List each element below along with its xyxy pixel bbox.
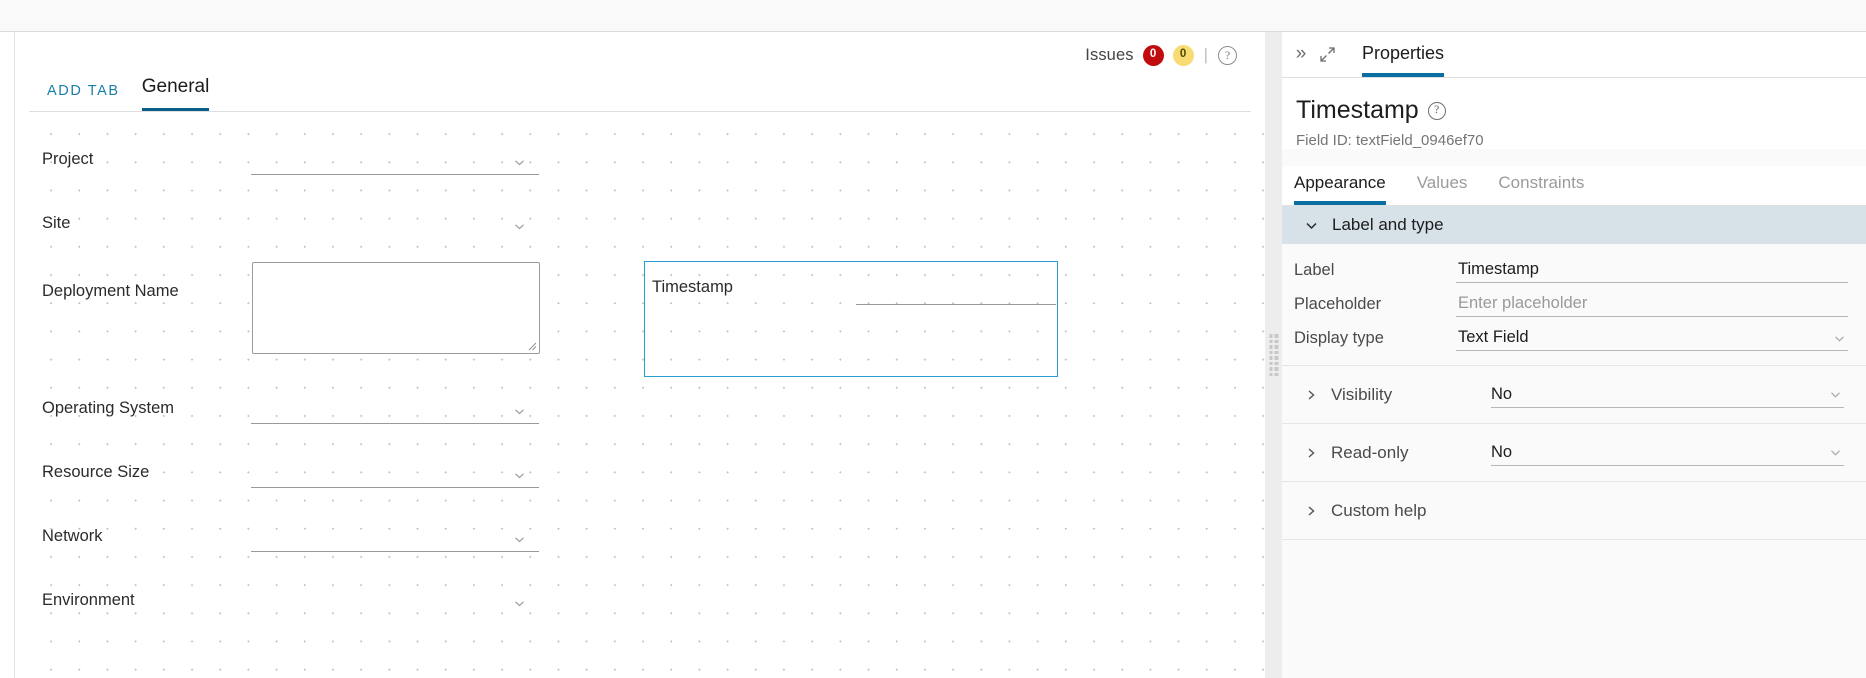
- splitter-grip-icon: [1269, 334, 1278, 376]
- tab-constraints[interactable]: Constraints: [1498, 173, 1584, 205]
- field-label-network: Network: [42, 527, 103, 545]
- field-label-environment: Environment: [42, 591, 135, 609]
- property-key-display-type: Display type: [1294, 328, 1384, 347]
- chevron-down-icon[interactable]: [1833, 332, 1846, 350]
- builder-inner: Issues 0 0 | ? ADD TAB General Project S…: [14, 32, 1265, 678]
- tab-properties[interactable]: Properties: [1362, 43, 1445, 77]
- chevron-down-icon[interactable]: [1829, 388, 1842, 406]
- field-label-deployment-name: Deployment Name: [42, 282, 179, 300]
- read-only-select[interactable]: No: [1491, 439, 1844, 466]
- display-type-select[interactable]: Text Field: [1456, 325, 1848, 351]
- label-input-value: Timestamp: [1458, 260, 1539, 278]
- section-label-and-type[interactable]: Label and type: [1282, 206, 1866, 244]
- accordion-visibility[interactable]: Visibility No: [1282, 365, 1866, 423]
- dotted-design-canvas[interactable]: Project Site Deployment Name Timestamp O…: [29, 112, 1265, 678]
- properties-title-row: Timestamp ?: [1296, 98, 1866, 123]
- field-label-site: Site: [42, 214, 71, 232]
- field-input-timestamp[interactable]: [856, 304, 1056, 305]
- chevron-right-icon: [1304, 446, 1318, 460]
- field-input-network[interactable]: [251, 551, 539, 552]
- chevron-down-icon[interactable]: [513, 156, 526, 169]
- placeholder-input[interactable]: Enter placeholder: [1456, 291, 1848, 317]
- top-strip: [0, 0, 1866, 32]
- chevron-down-icon: [1306, 222, 1317, 229]
- chevron-down-icon[interactable]: [513, 469, 526, 482]
- tab-values[interactable]: Values: [1417, 173, 1468, 205]
- issues-label: Issues: [1085, 45, 1134, 64]
- deployment-name-textarea[interactable]: [252, 262, 540, 354]
- page-title: Timestamp: [1296, 96, 1419, 124]
- help-icon[interactable]: ?: [1218, 45, 1237, 65]
- label-input[interactable]: Timestamp: [1456, 257, 1848, 283]
- chevron-down-icon[interactable]: [513, 533, 526, 546]
- add-tab-button[interactable]: ADD TAB: [47, 83, 120, 112]
- properties-panel: » Properties Timestamp ? Field ID: textF…: [1282, 32, 1866, 678]
- field-id-text: Field ID: textField_0946ef70: [1296, 132, 1484, 149]
- tab-general[interactable]: General: [141, 76, 210, 112]
- field-label-timestamp: Timestamp: [652, 278, 733, 296]
- title-help-icon[interactable]: ?: [1427, 101, 1446, 120]
- field-input-operating-system[interactable]: [251, 423, 539, 424]
- accordion-label-visibility: Visibility: [1331, 384, 1393, 404]
- chevron-down-icon[interactable]: [1829, 446, 1842, 464]
- panel-bottom-divider: [1282, 539, 1866, 540]
- panel-splitter[interactable]: [1265, 32, 1282, 678]
- properties-subtabs: Appearance Values Constraints: [1282, 166, 1866, 206]
- property-key-label: Label: [1294, 260, 1335, 279]
- placeholder-input-value: Enter placeholder: [1458, 294, 1588, 312]
- chevron-down-icon[interactable]: [513, 597, 526, 610]
- properties-tabbar: » Properties: [1282, 32, 1866, 78]
- field-label-resource-size: Resource Size: [42, 463, 150, 481]
- visibility-value: No: [1491, 384, 1513, 403]
- accordion-read-only[interactable]: Read-only No: [1282, 423, 1866, 481]
- field-label-project: Project: [42, 150, 94, 168]
- issues-separator: |: [1203, 45, 1208, 64]
- field-label-operating-system: Operating System: [42, 399, 175, 417]
- accordion-label-custom-help: Custom help: [1331, 500, 1427, 520]
- tab-appearance[interactable]: Appearance: [1294, 173, 1386, 205]
- collapse-panel-icon[interactable]: »: [1288, 41, 1314, 67]
- display-type-value: Text Field: [1458, 328, 1529, 346]
- field-input-site[interactable]: [251, 238, 539, 239]
- section-title: Label and type: [1332, 215, 1444, 234]
- issues-warning-badge[interactable]: 0: [1172, 44, 1194, 66]
- property-row-label: Label Timestamp: [1282, 257, 1866, 283]
- form-tab-row: ADD TAB General: [47, 74, 210, 112]
- form-builder-app: Issues 0 0 | ? ADD TAB General Project S…: [0, 0, 1866, 678]
- accordion-custom-help[interactable]: Custom help: [1282, 481, 1866, 539]
- field-input-resource-size[interactable]: [251, 487, 539, 488]
- property-key-placeholder: Placeholder: [1294, 294, 1382, 313]
- accordion-label-read-only: Read-only: [1331, 442, 1409, 462]
- form-builder-canvas-region: Issues 0 0 | ? ADD TAB General Project S…: [0, 32, 1265, 678]
- chevron-down-icon[interactable]: [513, 405, 526, 418]
- chevron-right-icon: [1304, 504, 1318, 518]
- property-row-display-type: Display type Text Field: [1282, 325, 1866, 351]
- field-input-project[interactable]: [251, 174, 539, 175]
- property-rows: Label Timestamp Placeholder Enter placeh…: [1282, 257, 1866, 540]
- property-row-placeholder: Placeholder Enter placeholder: [1282, 291, 1866, 317]
- expand-panel-icon[interactable]: [1314, 41, 1340, 67]
- visibility-select[interactable]: No: [1491, 381, 1844, 408]
- properties-header: Timestamp ? Field ID: textField_0946ef70: [1282, 78, 1866, 149]
- resize-handle-icon[interactable]: [526, 340, 537, 351]
- chevron-down-icon[interactable]: [513, 220, 526, 233]
- issues-error-badge[interactable]: 0: [1142, 44, 1164, 66]
- issues-bar: Issues 0 0 | ?: [1085, 42, 1237, 68]
- chevron-right-icon: [1304, 388, 1318, 402]
- read-only-value: No: [1491, 442, 1513, 461]
